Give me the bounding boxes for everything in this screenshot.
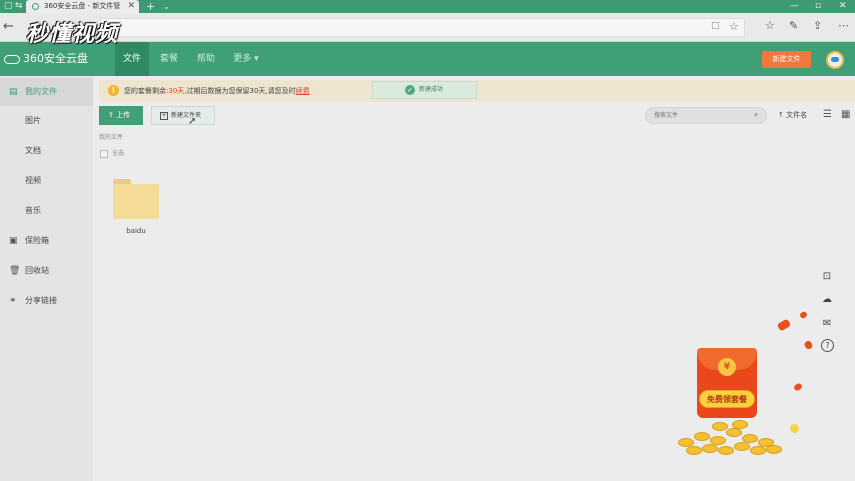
red-packet-decoration-icon [793, 382, 803, 392]
warning-icon: ! [108, 85, 119, 96]
sidebar-item-label: 音乐 [25, 206, 41, 215]
plan-notice-text: 您的套餐剩余:30天,过期后数据为您保留30天,请您及时续费 [124, 80, 310, 102]
breadcrumb[interactable]: 我的文件 [99, 132, 123, 141]
nav-tab-files[interactable]: 文件 [115, 42, 149, 76]
sidebar-item-images[interactable]: 图片 [0, 107, 93, 135]
safe-box-icon: ▣ [9, 236, 18, 246]
client-download-icon[interactable]: ⊡ [819, 269, 835, 285]
tab-actions-icon[interactable]: ▢ [4, 1, 13, 12]
sidebar: ▤ 我的文件 图片 文档 视频 音乐 ▣ 保险箱 🗑 回收站 ⚭ 分享链接 [0, 76, 93, 481]
sidebar-item-label: 文档 [25, 146, 41, 155]
sort-by-filename-button[interactable]: ↑ 文件名 [778, 107, 807, 124]
share-icon[interactable]: ⇪ [813, 19, 822, 32]
close-tab-icon[interactable]: ✕ [127, 0, 135, 13]
sidebar-item-label: 我的文件 [25, 87, 57, 96]
nav-tab-help[interactable]: 帮助 [189, 42, 223, 76]
renew-link[interactable]: 续费 [296, 87, 310, 95]
feedback-mail-icon[interactable]: ✉ [819, 316, 835, 332]
yen-coin-icon: ¥ [718, 358, 736, 376]
sidebar-item-label: 保险箱 [25, 236, 49, 245]
watermark-logo: 秒懂视频 [26, 22, 119, 47]
new-tab-button[interactable]: + [146, 0, 155, 13]
cloud-logo-icon [4, 54, 20, 64]
close-window-button[interactable]: ✕ [839, 0, 847, 13]
promo-coin-icon [790, 424, 799, 433]
nav-tab-more[interactable]: 更多 ▾ [226, 42, 266, 76]
brand-logo[interactable]: 360安全云盘 [4, 51, 88, 67]
trash-icon: 🗑 [9, 266, 21, 276]
sidebar-item-share-links[interactable]: ⚭ 分享链接 [0, 287, 93, 315]
toast-text: 新建成功 [419, 86, 444, 93]
nav-tab-plans[interactable]: 套餐 [152, 42, 186, 76]
maximize-button[interactable]: ▫ [815, 0, 821, 13]
success-toast: ✓ 新建成功 [372, 81, 477, 99]
tab-menu-icon[interactable]: ⌄ [163, 0, 170, 13]
search-input[interactable] [645, 107, 767, 124]
sidebar-item-documents[interactable]: 文档 [0, 137, 93, 165]
help-icon[interactable]: ? [821, 339, 834, 352]
browser-tab-strip: ▢ ⇆ 360安全云盘 - 新文件管 ✕ + ⌄ — ▫ ✕ [0, 0, 855, 13]
free-plan-promo-button[interactable]: 免费领套餐 [699, 390, 755, 408]
site-favicon-icon [32, 3, 39, 10]
new-file-button[interactable]: 新建文件 [762, 51, 811, 68]
gold-coins-icon [672, 418, 787, 458]
folder-icon[interactable] [113, 179, 159, 219]
share-link-icon: ⚭ [9, 296, 17, 306]
notes-pen-icon[interactable]: ✎ [789, 19, 798, 32]
check-icon: ✓ [405, 85, 415, 95]
favorites-icon[interactable]: ☆ [765, 19, 775, 32]
sidebar-item-videos[interactable]: 视频 [0, 167, 93, 195]
remaining-days: 30天 [168, 87, 185, 95]
upload-button[interactable]: ⇪ 上传 [99, 106, 143, 125]
sidebar-item-label: 图片 [25, 116, 41, 125]
back-arrow-icon[interactable]: ← [3, 19, 14, 34]
app-header: 360安全云盘 文件 套餐 帮助 更多 ▾ 新建文件 [0, 42, 855, 76]
select-all-label[interactable]: 全选 [112, 149, 124, 159]
user-avatar[interactable] [826, 51, 844, 69]
sidebar-item-label: 分享链接 [25, 296, 57, 305]
red-packet-decoration-icon [798, 310, 809, 320]
folder-name[interactable]: baidu [113, 227, 159, 235]
notice-middle: ,过期后数据为您保留30天,请您及时 [184, 87, 296, 95]
more-menu-icon[interactable]: ⋯ [838, 19, 849, 32]
new-folder-icon: + [160, 111, 168, 120]
tab-list-icon[interactable]: ⇆ [15, 1, 23, 12]
sidebar-item-label: 视频 [25, 176, 41, 185]
new-folder-label: 新建文件夹 [171, 112, 202, 119]
sidebar-item-my-files[interactable]: ▤ 我的文件 [0, 78, 93, 106]
grid-view-icon[interactable]: ▦ [841, 108, 850, 122]
sidebar-item-music[interactable]: 音乐 [0, 197, 93, 225]
sidebar-item-recycle-bin[interactable]: 🗑 回收站 [0, 257, 93, 285]
mouse-cursor-icon: ➚ [188, 116, 197, 127]
list-view-icon[interactable]: ☰ [823, 108, 832, 122]
search-icon[interactable]: ⌕ [754, 110, 758, 120]
address-bar-row: ← □ ☆ [0, 13, 855, 42]
customer-service-icon[interactable]: ☁ [819, 292, 835, 308]
brand-name: 360安全云盘 [23, 52, 88, 65]
plan-notice-bar: ! 您的套餐剩余:30天,过期后数据为您保留30天,请您及时续费 [99, 80, 855, 102]
select-all-checkbox[interactable] [100, 150, 108, 158]
red-packet-decoration-icon [776, 318, 792, 332]
file-icon: ▤ [9, 87, 18, 97]
new-folder-button[interactable]: + 新建文件夹 [151, 106, 215, 125]
sidebar-item-label: 回收站 [25, 266, 49, 275]
favorite-star-icon[interactable]: ☆ [729, 20, 739, 33]
browser-tab[interactable]: 360安全云盘 - 新文件管 ✕ [26, 0, 139, 13]
minimize-button[interactable]: — [790, 0, 799, 13]
notice-prefix: 您的套餐剩余: [124, 87, 169, 95]
reading-view-icon[interactable]: □ [711, 21, 720, 31]
sidebar-item-safe-box[interactable]: ▣ 保险箱 [0, 227, 93, 255]
browser-tab-title: 360安全云盘 - 新文件管 [44, 2, 121, 10]
red-packet-decoration-icon [803, 339, 814, 351]
address-bar[interactable]: □ ☆ [100, 18, 745, 37]
